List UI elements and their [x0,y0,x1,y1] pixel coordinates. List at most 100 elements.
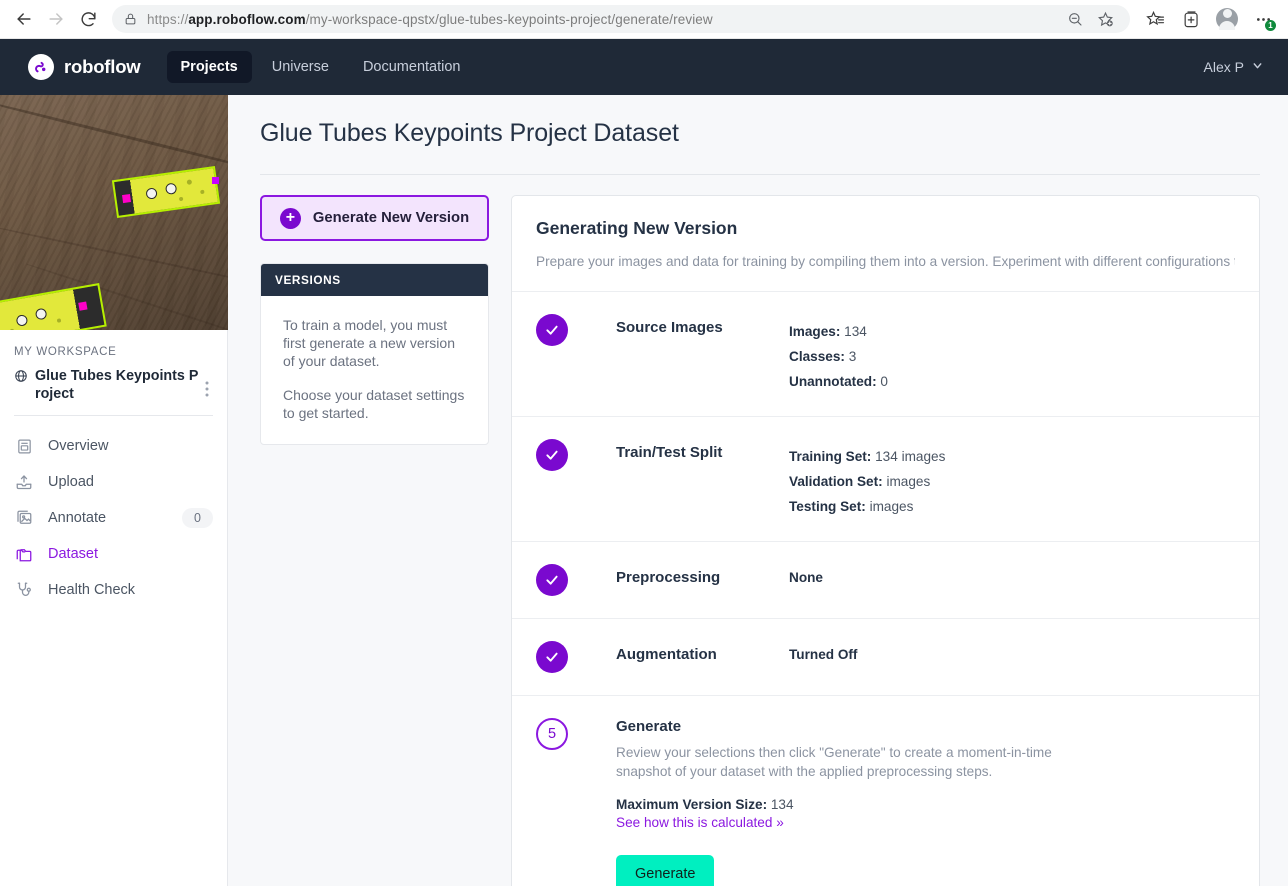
kv-key: Testing Set: [789,499,866,514]
workspace-block: MY WORKSPACE Glue Tubes Keypoints Projec… [0,330,227,413]
lock-icon [124,12,137,26]
keypoint-marker [212,177,219,184]
plus-icon: + [279,207,301,229]
nav-link-documentation[interactable]: Documentation [349,51,475,83]
max-version-size: Maximum Version Size: 134 [616,797,1235,812]
step-title: Train/Test Split [616,444,723,461]
kv-value: 3 [848,349,857,364]
app-top-nav: roboflow Projects Universe Documentation… [0,39,1288,95]
nav-link-universe[interactable]: Universe [258,51,343,83]
sidebar-item-label: Dataset [48,546,98,562]
profile-avatar-icon[interactable] [1210,3,1244,35]
top-nav-links: Projects Universe Documentation [166,51,475,83]
dataset-preview-image [0,95,228,330]
step-generate: 5 Generate Review your selections then c… [512,695,1259,886]
kv-key: Training Set: [789,449,872,464]
page-title: Glue Tubes Keypoints Project Dataset [260,119,679,147]
step-number-badge: 5 [536,718,568,750]
content-area: Glue Tubes Keypoints Project Dataset + G… [228,95,1288,886]
annotate-count-badge: 0 [182,508,213,528]
workspace-project-name[interactable]: Glue Tubes Keypoints Project [35,367,199,403]
roboflow-wordmark: roboflow [64,56,141,77]
sidebar-item-health-check[interactable]: Health Check [0,572,227,608]
step-source-images[interactable]: Source Images Images: 134 Classes: 3 Una… [512,291,1259,416]
check-icon [536,439,568,471]
nav-link-projects[interactable]: Projects [166,51,252,83]
generate-new-version-button[interactable]: + Generate New Version [260,195,489,241]
versions-help-text-2: Choose your dataset settings to get star… [283,387,465,421]
annotate-icon [14,509,34,527]
sidebar-item-label: Overview [48,438,109,454]
roboflow-logo[interactable]: roboflow [28,54,141,80]
kv-key: Classes: [789,349,845,364]
step-train-test-split[interactable]: Train/Test Split Training Set: 134 image… [512,416,1259,541]
sidebar-item-annotate[interactable]: Annotate 0 [0,500,227,536]
url-text: https://app.roboflow.com/my-workspace-qp… [147,11,713,27]
sidebar-item-dataset[interactable]: Dataset [0,536,227,572]
kv-value: images [886,474,931,489]
check-icon [536,564,568,596]
forward-button[interactable] [40,3,72,35]
sidebar: MY WORKSPACE Glue Tubes Keypoints Projec… [0,95,228,886]
dataset-folder-icon [14,545,34,563]
step-value-row: Images: 134 [789,319,1235,344]
avatar [1216,8,1238,30]
generate-new-version-label: Generate New Version [312,210,470,226]
max-version-size-value: 134 [770,797,794,812]
kv-key: Images: [789,324,841,339]
roboflow-mark-icon [28,54,54,80]
step-value-row: Classes: 3 [789,344,1235,369]
step-value-row: Validation Set: images [789,469,1235,494]
reload-button[interactable] [72,3,104,35]
user-menu[interactable]: Alex P [1204,59,1264,75]
zoom-out-icon[interactable] [1062,6,1088,32]
user-name: Alex P [1203,59,1244,75]
version-sidebar-column: + Generate New Version VERSIONS To train… [260,195,489,886]
check-icon [536,641,568,673]
versions-panel-header: VERSIONS [261,264,488,296]
generate-step-title: Generate [616,718,682,735]
kv-value: images [869,499,914,514]
step-title: Preprocessing [616,569,721,586]
sidebar-nav: Overview Upload Annotate 0 Dataset Healt… [0,416,227,608]
generation-column: Generating New Version Prepare your imag… [511,195,1288,886]
kv-value: 134 images [875,449,946,464]
update-badge: 1 [1265,20,1276,31]
max-version-size-label: Maximum Version Size: [616,797,768,812]
kv-value: 0 [880,374,888,389]
check-icon [536,314,568,346]
browser-toolbar: https://app.roboflow.com/my-workspace-qp… [0,0,1288,39]
generate-button[interactable]: Generate [616,855,715,886]
address-bar[interactable]: https://app.roboflow.com/my-workspace-qp… [112,5,1130,33]
sidebar-item-label: Upload [48,474,94,490]
page-body: MY WORKSPACE Glue Tubes Keypoints Projec… [0,95,1288,886]
kv-key: Validation Set: [789,474,883,489]
back-button[interactable] [8,3,40,35]
sidebar-item-upload[interactable]: Upload [0,464,227,500]
step-value: None [789,570,823,585]
card-description: Prepare your images and data for trainin… [536,254,1235,269]
title-divider [260,174,1260,175]
see-how-calculated-link[interactable]: See how this is calculated » [616,815,784,830]
generating-new-version-card: Generating New Version Prepare your imag… [511,195,1260,886]
globe-icon [14,369,28,383]
add-favorite-star-icon[interactable] [1092,6,1118,32]
more-options-icon[interactable]: 1 [1246,3,1280,35]
step-augmentation[interactable]: Augmentation Turned Off [512,618,1259,695]
favorites-list-icon[interactable] [1138,3,1172,35]
step-title: Augmentation [616,646,717,663]
versions-panel: VERSIONS To train a model, you must firs… [260,263,489,445]
chevron-down-icon [1251,59,1264,75]
sidebar-item-label: Health Check [48,582,136,598]
collections-icon[interactable] [1174,3,1208,35]
step-value-row: Testing Set: images [789,494,1235,519]
versions-help-text-1: To train a model, you must first generat… [283,317,455,369]
sidebar-item-label: Annotate [48,510,107,526]
project-options-kebab-icon[interactable] [199,367,213,402]
kv-value: 134 [844,324,867,339]
kv-key: Unannotated: [789,374,877,389]
sidebar-item-overview[interactable]: Overview [0,428,227,464]
step-value: Turned Off [789,647,858,662]
step-preprocessing[interactable]: Preprocessing None [512,541,1259,618]
step-value-row: Training Set: 134 images [789,444,1235,469]
